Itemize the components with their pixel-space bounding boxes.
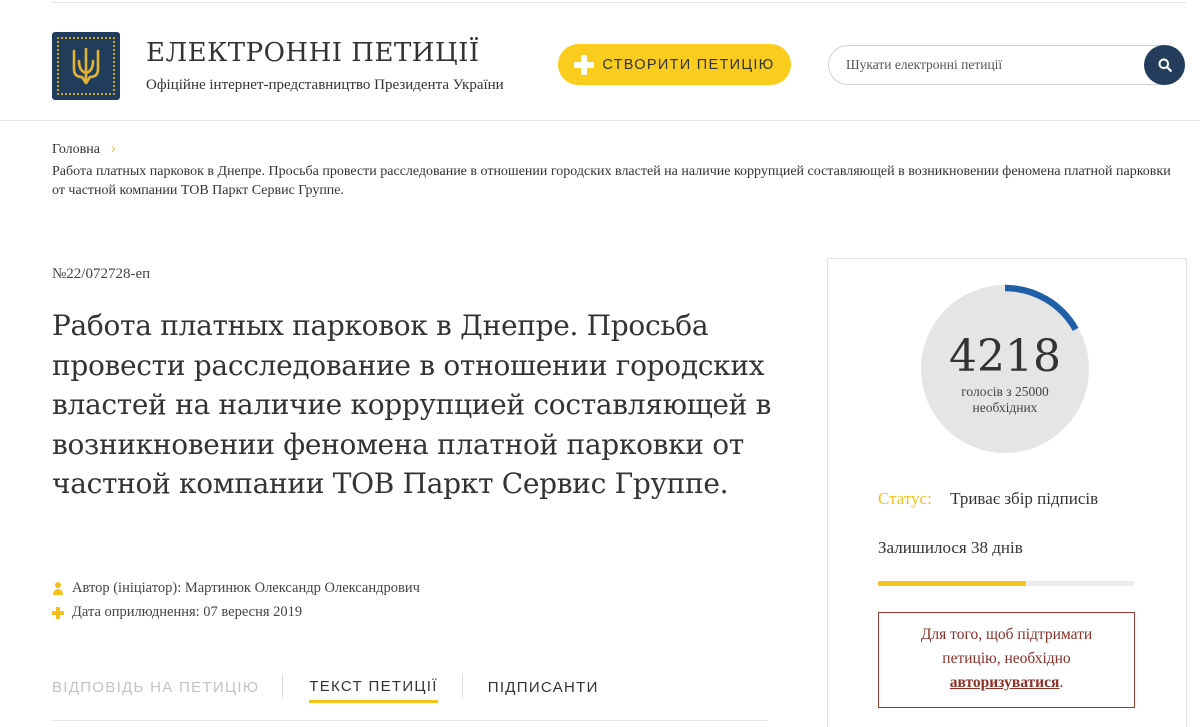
petition-date-text: Дата оприлюднення: 07 вересня 2019 — [72, 604, 303, 620]
auth-notice-period: . — [1059, 674, 1064, 691]
auth-notice: Для того, щоб підтримати петицію, необхі… — [878, 612, 1135, 708]
breadcrumb-chevron-icon: › — [111, 140, 116, 156]
create-petition-button[interactable]: СТВОРИТИ ПЕТИЦІЮ — [558, 44, 791, 85]
petition-tabs: ВІДПОВІДЬ НА ПЕТИЦІЮ ТЕКСТ ПЕТИЦІЇ ПІДПИ… — [52, 674, 599, 703]
coat-of-arms-logo[interactable] — [52, 32, 120, 100]
site-subtitle: Офіційне інтернет-представництво Президе… — [146, 77, 504, 93]
plus-icon — [574, 54, 595, 75]
votes-label: голосів з 25000 необхідних — [961, 384, 1049, 415]
status-value: Триває збір підписів — [950, 489, 1099, 508]
petition-author-text: Автор (ініціатор): Мартинюк Олександр Ол… — [72, 580, 420, 596]
trident-icon — [72, 47, 100, 85]
user-icon — [52, 582, 64, 595]
search-icon — [1158, 58, 1172, 72]
status-label: Статус: — [878, 489, 932, 508]
auth-login-link[interactable]: авторизуватися — [950, 674, 1060, 691]
tab-divider — [282, 674, 283, 698]
tab-answer[interactable]: ВІДПОВІДЬ НА ПЕТИЦІЮ — [52, 679, 259, 696]
tab-divider — [462, 674, 463, 698]
auth-notice-text: Для того, щоб підтримати петицію, необхі… — [920, 626, 1093, 667]
days-remaining: Залишилося 38 днів — [878, 538, 1023, 557]
search-box — [828, 45, 1185, 85]
petition-author: Автор (ініціатор): Мартинюк Олександр Ол… — [52, 580, 420, 597]
breadcrumb-home-link[interactable]: Головна — [52, 142, 100, 158]
status-row: Статус: Триває збір підписів — [878, 489, 1098, 509]
votes-count: 4218 — [949, 331, 1061, 382]
plus-icon — [52, 606, 64, 619]
tab-signers[interactable]: ПІДПИСАНТИ — [488, 679, 599, 696]
site-header: ЕЛЕКТРОННІ ПЕТИЦІЇ Офіційне інтернет-пре… — [0, 0, 1200, 121]
search-input[interactable] — [846, 55, 1136, 75]
days-progress-fill — [878, 581, 1027, 586]
search-button[interactable] — [1144, 45, 1185, 85]
days-progress-bar — [878, 581, 1134, 586]
breadcrumb-current: Работа платных парковок в Днепре. Просьб… — [52, 164, 1171, 198]
site-title[interactable]: ЕЛЕКТРОННІ ПЕТИЦІЇ — [146, 38, 480, 68]
tabs-divider — [52, 720, 768, 721]
petition-number: №22/072728-еп — [52, 266, 151, 282]
petition-sidebar: 4218 голосів з 25000 необхідних Статус: … — [827, 258, 1187, 727]
tab-petition-text[interactable]: ТЕКСТ ПЕТИЦІЇ — [309, 678, 439, 703]
petition-title: Работа платных парковок в Днепре. Просьб… — [52, 309, 772, 500]
petition-date: Дата оприлюднення: 07 вересня 2019 — [52, 604, 302, 621]
create-petition-label: СТВОРИТИ ПЕТИЦІЮ — [602, 56, 775, 73]
